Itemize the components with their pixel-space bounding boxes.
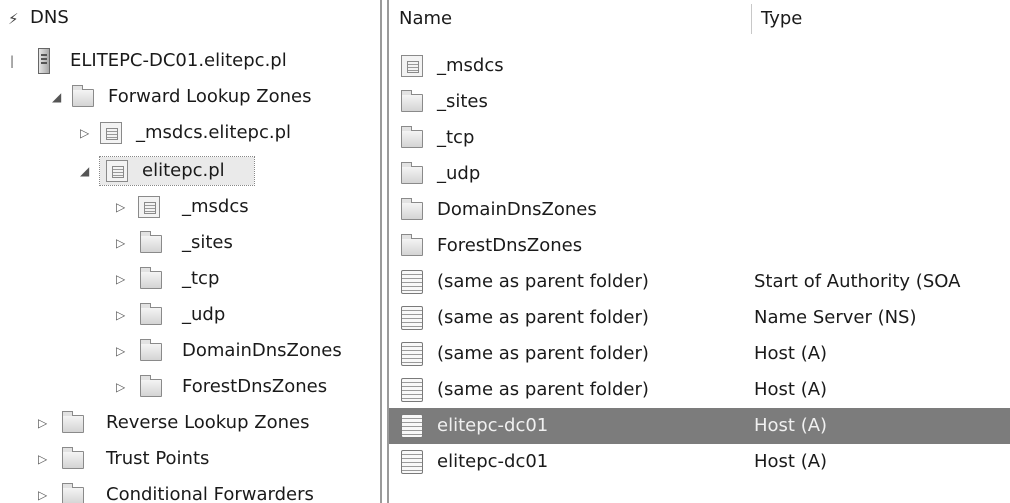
zone-icon [138, 196, 160, 218]
collapse-arrow-icon[interactable]: ▷ [80, 115, 89, 151]
item-type: Host (A) [754, 379, 828, 400]
list-item-selected[interactable]: elitepc-dc01 Host (A) [389, 408, 1010, 444]
collapse-arrow-icon[interactable]: ▷ [38, 405, 47, 441]
list-item[interactable]: (same as parent folder) Host (A) [389, 336, 1010, 372]
folder-icon [401, 234, 423, 256]
tree-item-label: ForestDnsZones [182, 376, 328, 397]
folder-icon [140, 231, 162, 253]
folder-icon [401, 162, 423, 184]
tree-item-label: _msdcs [182, 196, 249, 217]
item-type: Host (A) [754, 451, 828, 472]
column-divider[interactable] [751, 4, 752, 34]
tree-item-label: elitepc.pl [142, 160, 225, 181]
folder-icon [62, 483, 84, 503]
list-item[interactable]: (same as parent folder) Name Server (NS) [389, 300, 1010, 336]
list-item[interactable]: ForestDnsZones [389, 228, 1010, 264]
folder-icon [140, 303, 162, 325]
item-name: ForestDnsZones [437, 235, 583, 256]
record-icon [401, 342, 423, 366]
tree-guide-mark: | [10, 54, 15, 68]
console-tree: ⚡ DNS | ELITEPC-DC01.elitepc.pl ◢ Forwar… [0, 0, 380, 503]
folder-icon [401, 126, 423, 148]
tree-item-label: Forward Lookup Zones [108, 86, 312, 107]
list-item[interactable]: (same as parent folder) Start of Authori… [389, 264, 1010, 300]
expand-arrow-icon[interactable]: ◢ [52, 79, 61, 115]
dns-icon: ⚡ [8, 10, 19, 28]
item-name: elitepc-dc01 [437, 451, 549, 472]
folder-icon [62, 447, 84, 469]
item-name: _msdcs [437, 55, 504, 76]
collapse-arrow-icon[interactable]: ▷ [116, 189, 125, 225]
item-name: DomainDnsZones [437, 199, 597, 220]
collapse-arrow-icon[interactable]: ▷ [38, 477, 47, 503]
list-item[interactable]: _msdcs [389, 48, 1010, 84]
tree-item-label: _sites [182, 232, 233, 253]
item-type: Host (A) [754, 415, 828, 436]
collapse-arrow-icon[interactable]: ▷ [116, 369, 125, 405]
folder-icon [72, 85, 94, 107]
list-item[interactable]: DomainDnsZones [389, 192, 1010, 228]
tree-item-label: DomainDnsZones [182, 340, 342, 361]
item-name: (same as parent folder) [437, 271, 649, 292]
tree-item-label: Reverse Lookup Zones [106, 412, 310, 433]
tree-item-label: Trust Points [106, 448, 210, 469]
tree-root-label: DNS [30, 7, 69, 28]
item-name: (same as parent folder) [437, 307, 649, 328]
server-icon [38, 48, 50, 74]
zone-icon [106, 160, 128, 182]
item-name: _sites [437, 91, 488, 112]
list-item[interactable]: elitepc-dc01 Host (A) [389, 444, 1010, 480]
item-name: elitepc-dc01 [437, 415, 549, 436]
collapse-arrow-icon[interactable]: ▷ [116, 261, 125, 297]
collapse-arrow-icon[interactable]: ▷ [116, 225, 125, 261]
folder-icon [140, 339, 162, 361]
record-icon [401, 306, 423, 330]
item-type: Host (A) [754, 343, 828, 364]
folder-icon [140, 267, 162, 289]
tree-item-label: _tcp [182, 268, 220, 289]
collapse-arrow-icon[interactable]: ▷ [116, 297, 125, 333]
record-icon [401, 414, 423, 438]
results-list: Name Type _msdcs _sites _tcp _udp Domain… [389, 0, 1010, 503]
record-icon [401, 270, 423, 294]
item-type: Start of Authority (SOA [754, 271, 961, 292]
record-icon [401, 450, 423, 474]
column-header-type[interactable]: Type [761, 0, 1001, 38]
pane-splitter[interactable] [380, 0, 389, 503]
tree-item-label: _udp [182, 304, 226, 325]
item-name: _udp [437, 163, 481, 184]
folder-icon [401, 90, 423, 112]
tree-item-label: _msdcs.elitepc.pl [136, 122, 292, 143]
item-name: (same as parent folder) [437, 379, 649, 400]
collapse-arrow-icon[interactable]: ▷ [116, 333, 125, 369]
tree-item-label: ELITEPC-DC01.elitepc.pl [70, 50, 287, 71]
record-icon [401, 378, 423, 402]
item-type: Name Server (NS) [754, 307, 917, 328]
zone-icon [100, 122, 122, 144]
folder-icon [140, 375, 162, 397]
zone-icon [401, 55, 423, 77]
folder-icon [401, 198, 423, 220]
item-name: _tcp [437, 127, 475, 148]
tree-item-label: Conditional Forwarders [106, 484, 314, 503]
list-item[interactable]: _udp [389, 156, 1010, 192]
expand-arrow-icon[interactable]: ◢ [80, 153, 89, 189]
item-name: (same as parent folder) [437, 343, 649, 364]
collapse-arrow-icon[interactable]: ▷ [38, 441, 47, 477]
folder-icon [62, 411, 84, 433]
list-item[interactable]: _tcp [389, 120, 1010, 156]
list-item[interactable]: _sites [389, 84, 1010, 120]
list-item[interactable]: (same as parent folder) Host (A) [389, 372, 1010, 408]
column-header-name[interactable]: Name [399, 0, 749, 38]
